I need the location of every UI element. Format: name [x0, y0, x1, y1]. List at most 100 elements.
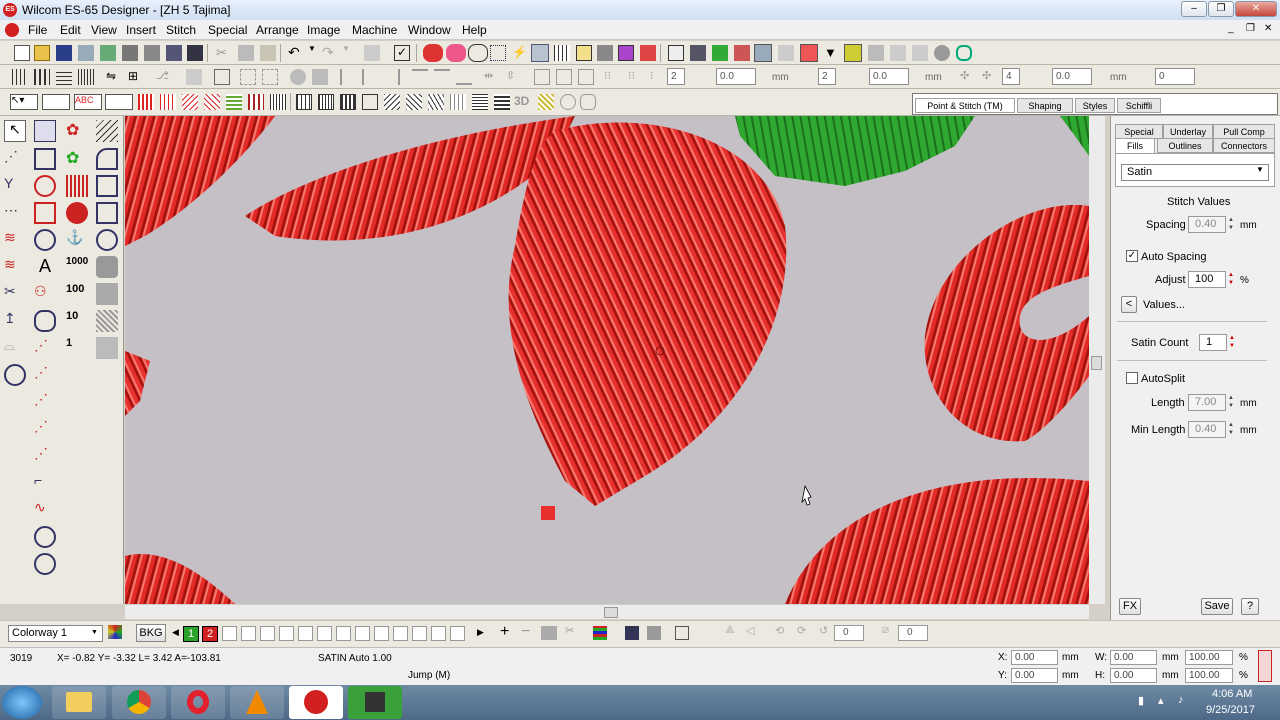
remove-color-icon[interactable]: − [521, 623, 530, 641]
align-right-icon[interactable] [384, 69, 400, 85]
box-tool-icon[interactable] [96, 175, 118, 197]
opera-taskbar-icon[interactable] [171, 686, 225, 719]
w-percent-field[interactable]: 100.00 [1185, 650, 1233, 665]
bkg-button[interactable]: BKG [136, 624, 166, 642]
step-field-2[interactable]: 2 [818, 68, 836, 85]
proportional-lock-icon[interactable] [1258, 650, 1272, 682]
copy-icon[interactable] [238, 45, 254, 61]
nudge-icon[interactable]: ⁝⁝ [604, 69, 620, 85]
target-icon[interactable] [34, 175, 56, 197]
undo-icon[interactable]: ↶ [288, 44, 304, 60]
distance-field-2[interactable]: 0.0 [869, 68, 909, 85]
horizontal-scrollbar[interactable] [125, 604, 1089, 619]
select-tool-dropdown[interactable]: ↖▾ [10, 94, 38, 110]
group-icon[interactable] [890, 45, 906, 61]
distribute-v-icon[interactable]: ⇳ [506, 69, 522, 85]
spacing-spinner[interactable]: ▲ ▼ [1226, 216, 1236, 233]
autosplit-checkbox[interactable] [1126, 372, 1138, 384]
length-field[interactable]: 7.00 [1188, 394, 1226, 411]
tatami-fill-icon[interactable] [446, 44, 466, 62]
fx-button[interactable]: FX [1119, 598, 1141, 615]
fancy-icon[interactable] [182, 94, 198, 110]
stipple-icon[interactable] [450, 94, 466, 110]
pattern-icon[interactable] [340, 94, 356, 110]
space-h-icon[interactable] [534, 69, 550, 85]
y-field[interactable]: 0.00 [1011, 668, 1058, 683]
doc-close-button[interactable]: ✕ [1264, 23, 1272, 34]
cut-icon[interactable]: ✂ [216, 45, 232, 61]
align-bottom-icon[interactable] [456, 69, 472, 85]
satin-count-field[interactable]: 1 [1199, 334, 1227, 351]
frame-icon[interactable] [214, 69, 230, 85]
align-middle-icon[interactable] [434, 69, 450, 85]
show-all-icon[interactable] [668, 45, 684, 61]
color-swatch-empty[interactable] [260, 626, 275, 641]
branch-icon[interactable]: ⎇ [156, 69, 172, 85]
new-icon[interactable] [14, 45, 30, 61]
step-icon[interactable] [160, 94, 176, 110]
maximize-button[interactable]: ❐ [1208, 1, 1234, 17]
motif-icon[interactable] [428, 94, 444, 110]
design-canvas[interactable] [125, 116, 1089, 604]
reshape-icon[interactable] [364, 45, 380, 61]
ungroup-icon[interactable] [912, 45, 928, 61]
trim-icon[interactable] [312, 69, 328, 85]
add-color-icon[interactable]: + [500, 623, 509, 641]
skew-icon[interactable]: ⧄ [882, 624, 889, 637]
recorder-taskbar-icon[interactable] [348, 686, 402, 719]
adjust-field[interactable]: 100 [1188, 271, 1226, 288]
dotted-line-icon[interactable]: ⋰ [34, 337, 56, 359]
density-icon[interactable] [318, 94, 334, 110]
move-2-icon[interactable]: ✣ [982, 69, 998, 85]
color-swatch-empty[interactable] [412, 626, 427, 641]
column-fill-icon[interactable] [66, 175, 88, 197]
raised-icon[interactable] [270, 94, 286, 110]
vlc-taskbar-icon[interactable] [230, 686, 284, 719]
values-collapse-button[interactable]: < [1121, 296, 1137, 313]
run-tool-2-icon[interactable]: ⋰ [34, 391, 56, 413]
skew-angle-field[interactable]: 0 [898, 625, 928, 641]
menu-insert[interactable]: Insert [126, 23, 156, 37]
open-icon[interactable] [34, 45, 50, 61]
hscroll-thumb[interactable] [604, 607, 618, 618]
start-button[interactable] [2, 686, 42, 719]
stitch-view-icon[interactable] [690, 45, 706, 61]
doc-restore-button[interactable]: ❐ [1246, 23, 1255, 34]
fill-type-select[interactable]: Satin [1121, 164, 1269, 181]
paste-icon[interactable] [260, 45, 276, 61]
texture-icon[interactable] [96, 337, 118, 359]
tab-special[interactable]: Special [1115, 124, 1163, 139]
length-spinner[interactable]: ▲ ▼ [1226, 394, 1236, 411]
vscroll-thumb[interactable] [1091, 356, 1102, 370]
card-icon[interactable] [187, 45, 203, 61]
scissors-icon[interactable]: ✂ [4, 283, 26, 305]
arrow-in-icon[interactable]: ↥ [4, 310, 26, 332]
puzzle-icon[interactable] [96, 256, 118, 278]
branch-tool-icon[interactable]: Y [4, 175, 26, 197]
circle-icon[interactable] [934, 45, 950, 61]
lettering-dropdown[interactable]: ABC [74, 94, 102, 110]
clock-date[interactable]: 9/25/2017 [1206, 704, 1255, 716]
lock-icon[interactable] [844, 44, 862, 62]
tab-underlay[interactable]: Underlay [1163, 124, 1213, 139]
min-length-spinner[interactable]: ▲ ▼ [1226, 421, 1236, 438]
hoop-icon[interactable] [531, 44, 549, 62]
cut-color-icon[interactable]: ✂ [565, 624, 574, 637]
outline-shape-icon[interactable] [34, 148, 56, 170]
red-bulb-icon[interactable] [66, 202, 88, 224]
color-next-icon[interactable]: ▶ [477, 627, 484, 638]
minimize-button[interactable]: – [1181, 1, 1207, 17]
helmet-icon[interactable] [34, 229, 56, 251]
x-field[interactable]: 0.00 [1011, 650, 1058, 665]
cross-icon[interactable] [248, 94, 264, 110]
wand-icon[interactable]: ⚡ [512, 45, 528, 61]
tab-fills[interactable]: Fills [1115, 138, 1155, 153]
menu-stitch[interactable]: Stitch [166, 23, 196, 37]
menu-edit[interactable]: Edit [60, 23, 81, 37]
number-1-icon[interactable]: 1 [66, 337, 88, 359]
distribute-h-icon[interactable]: ⇹ [484, 69, 500, 85]
reshape-node-icon[interactable] [34, 120, 56, 142]
layers-icon[interactable] [494, 94, 510, 110]
number-1000-icon[interactable]: 1000 [66, 256, 88, 278]
anchor-icon[interactable]: ⚓ [66, 229, 88, 251]
